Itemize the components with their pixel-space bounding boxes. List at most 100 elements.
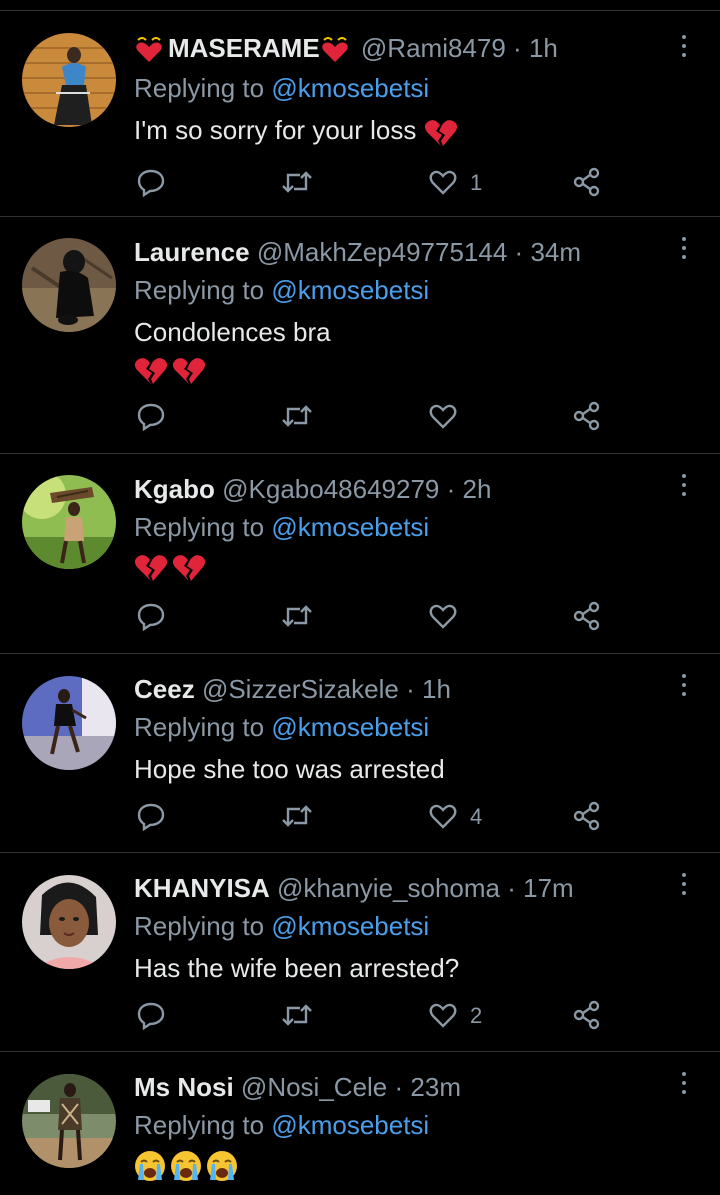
tweet[interactable]: Ceez @SizzerSizakele · 1h Replying to @k… (0, 654, 720, 853)
emoji-line (134, 355, 210, 385)
share-button[interactable] (572, 601, 612, 635)
replying-to: Replying to @kmosebetsi (134, 712, 429, 743)
user-handle[interactable]: @SizzerSizakele (202, 674, 399, 704)
reply-button[interactable] (136, 401, 176, 435)
mention-link[interactable]: @kmosebetsi (271, 73, 429, 103)
emoji-line (134, 552, 210, 582)
like-count: 4 (470, 804, 483, 829)
mention-link[interactable]: @kmosebetsi (271, 712, 429, 742)
retweet-icon (282, 805, 312, 827)
reply-icon (137, 403, 165, 431)
share-button[interactable] (572, 401, 612, 435)
tweet[interactable]: Laurence @MakhZep49775144 · 34m Replying… (0, 217, 720, 454)
timestamp[interactable]: 1h (529, 33, 558, 63)
user-handle[interactable]: @Nosi_Cele (241, 1072, 387, 1102)
tweet-header: Ms Nosi @Nosi_Cele · 23m (134, 1072, 461, 1103)
avatar[interactable] (22, 875, 116, 969)
reply-icon (137, 169, 165, 197)
share-button[interactable] (572, 167, 612, 201)
tweet-text: Condolences bra (134, 317, 331, 347)
user-handle[interactable]: @MakhZep49775144 (257, 237, 507, 267)
tweet-actions: 4 (0, 801, 720, 835)
user-handle[interactable]: @khanyie_sohoma (277, 873, 500, 903)
user-name[interactable]: KHANYISA (134, 873, 270, 903)
replying-to-label: Replying to (134, 275, 265, 305)
more-options-icon[interactable] (674, 237, 694, 265)
replying-to: Replying to @kmosebetsi (134, 275, 429, 306)
timestamp[interactable]: 34m (530, 237, 581, 267)
tweet-header: MASERAME @Rami8479 · 1h (134, 33, 558, 64)
tweet-text: I'm so sorry for your loss (134, 115, 462, 147)
like-button[interactable] (428, 401, 508, 435)
like-button[interactable] (428, 601, 508, 635)
reply-button[interactable] (136, 801, 176, 835)
reply-button[interactable] (136, 601, 176, 635)
broken-heart-emoji (172, 358, 206, 384)
tweet-actions: 2 (0, 1000, 720, 1034)
timestamp[interactable]: 1h (422, 674, 451, 704)
like-button[interactable]: 2 (428, 1000, 508, 1034)
replying-to: Replying to @kmosebetsi (134, 1110, 429, 1141)
more-options-icon[interactable] (674, 1072, 694, 1100)
avatar[interactable] (22, 238, 116, 332)
replying-to: Replying to @kmosebetsi (134, 73, 429, 104)
user-name[interactable]: Kgabo (134, 474, 215, 504)
more-options-icon[interactable] (674, 474, 694, 502)
user-name[interactable]: Ms Nosi (134, 1072, 234, 1102)
share-icon (573, 601, 600, 631)
tweet-text-content: I'm so sorry for your loss (134, 115, 417, 145)
more-options-icon[interactable] (674, 873, 694, 901)
more-options-icon[interactable] (674, 35, 694, 63)
like-icon (429, 170, 457, 195)
reply-button[interactable] (136, 167, 176, 201)
retweet-button[interactable] (280, 801, 320, 835)
more-options-icon[interactable] (674, 674, 694, 702)
mention-link[interactable]: @kmosebetsi (271, 1110, 429, 1140)
share-icon (573, 401, 600, 431)
share-button[interactable] (572, 1000, 612, 1034)
avatar[interactable] (22, 33, 116, 127)
timestamp[interactable]: 2h (463, 474, 492, 504)
like-icon (429, 1003, 457, 1028)
tweet-header: Laurence @MakhZep49775144 · 34m (134, 237, 581, 268)
user-handle[interactable]: @Kgabo48649279 (222, 474, 439, 504)
tweet-text: Has the wife been arrested? (134, 953, 460, 983)
separator-dot: · (514, 237, 524, 267)
user-name[interactable]: Laurence (134, 237, 250, 267)
user-name[interactable]: MASERAME (168, 33, 320, 63)
like-icon (429, 404, 457, 429)
separator-dot: · (394, 1072, 404, 1102)
retweet-button[interactable] (280, 167, 320, 201)
user-handle[interactable]: @Rami8479 (361, 33, 506, 63)
mention-link[interactable]: @kmosebetsi (271, 275, 429, 305)
mention-link[interactable]: @kmosebetsi (271, 512, 429, 542)
tweet-header: KHANYISA @khanyie_sohoma · 17m (134, 873, 574, 904)
crying-face-emoji (171, 1151, 201, 1181)
avatar[interactable] (22, 676, 116, 770)
tweet[interactable]: MASERAME @Rami8479 · 1h Replying to @kmo… (0, 11, 720, 217)
retweet-icon (282, 605, 312, 627)
emoji-line (134, 1150, 242, 1182)
tweet-actions (0, 601, 720, 635)
tweet[interactable]: Kgabo @Kgabo48649279 · 2h Replying to @k… (0, 454, 720, 654)
retweet-button[interactable] (280, 1000, 320, 1034)
replying-to-label: Replying to (134, 1110, 265, 1140)
user-name[interactable]: Ceez (134, 674, 195, 704)
broken-heart-emoji (424, 115, 462, 147)
retweet-button[interactable] (280, 401, 320, 435)
share-button[interactable] (572, 801, 612, 835)
avatar[interactable] (22, 475, 116, 569)
mention-link[interactable]: @kmosebetsi (271, 911, 429, 941)
like-button[interactable]: 1 (428, 167, 508, 201)
timestamp[interactable]: 23m (410, 1072, 461, 1102)
retweet-icon (282, 171, 312, 193)
separator-dot: · (513, 33, 522, 63)
retweet-button[interactable] (280, 601, 320, 635)
tweet[interactable]: KHANYISA @khanyie_sohoma · 17m Replying … (0, 853, 720, 1052)
timestamp[interactable]: 17m (523, 873, 574, 903)
like-button[interactable]: 4 (428, 801, 508, 835)
avatar[interactable] (22, 1074, 116, 1168)
like-count: 2 (470, 1003, 483, 1028)
reply-button[interactable] (136, 1000, 176, 1034)
tweet[interactable]: Ms Nosi @Nosi_Cele · 23m Replying to @km… (0, 1052, 720, 1195)
